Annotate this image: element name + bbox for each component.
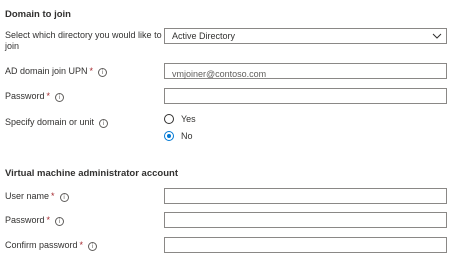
confirm-password-input[interactable] — [165, 241, 446, 255]
domain-password-label-text: Password — [5, 91, 45, 101]
directory-label-line1: Select which directory you would like to — [5, 30, 162, 40]
username-label-text: User name — [5, 191, 50, 201]
required-marker: * — [46, 215, 51, 225]
domain-section-title: Domain to join — [5, 9, 71, 20]
info-icon[interactable]: i — [55, 93, 65, 102]
upn-input[interactable] — [165, 67, 446, 81]
specify-ou-label-text: Specify domain or unit — [5, 117, 95, 127]
directory-select[interactable]: Active Directory — [164, 28, 447, 44]
upn-label: AD domain join UPN * i — [5, 66, 108, 77]
required-marker: * — [51, 191, 55, 201]
radio-yes[interactable]: Yes — [164, 114, 196, 124]
radio-no[interactable]: No — [164, 131, 193, 141]
info-icon[interactable]: i — [88, 242, 98, 251]
admin-section-title: Virtual machine administrator account — [5, 168, 178, 179]
upn-input-box — [164, 63, 447, 81]
admin-password-input-box — [164, 212, 447, 230]
specify-ou-label: Specify domain or unit i — [5, 117, 109, 128]
directory-label-line2: join — [5, 41, 20, 51]
username-input-box — [164, 188, 447, 206]
info-icon[interactable]: i — [98, 68, 108, 77]
admin-password-input[interactable] — [165, 216, 446, 230]
username-label: User name * i — [5, 191, 69, 202]
domain-password-input-box — [164, 88, 447, 106]
username-input[interactable] — [165, 192, 446, 206]
confirm-password-label: Confirm password * i — [5, 240, 98, 251]
radio-yes-circle[interactable] — [164, 114, 174, 124]
info-icon[interactable]: i — [99, 119, 109, 128]
required-marker: * — [89, 66, 94, 76]
info-icon[interactable]: i — [55, 217, 65, 226]
required-marker: * — [79, 240, 84, 250]
directory-select-value: Active Directory — [172, 31, 236, 41]
radio-no-circle[interactable] — [164, 131, 174, 141]
domain-password-input[interactable] — [165, 92, 446, 106]
radio-no-label[interactable]: No — [181, 131, 193, 141]
chevron-down-icon — [432, 33, 442, 39]
admin-password-label: Password * i — [5, 215, 65, 226]
admin-password-label-text: Password — [5, 215, 45, 225]
radio-yes-label[interactable]: Yes — [181, 114, 196, 124]
info-icon[interactable]: i — [59, 193, 69, 202]
confirm-password-label-text: Confirm password — [5, 240, 78, 250]
domain-password-label: Password * i — [5, 91, 65, 102]
directory-label: Select which directory you would like to… — [5, 30, 162, 52]
upn-label-text: AD domain join UPN — [5, 66, 88, 76]
confirm-password-input-box — [164, 237, 447, 255]
required-marker: * — [46, 91, 51, 101]
